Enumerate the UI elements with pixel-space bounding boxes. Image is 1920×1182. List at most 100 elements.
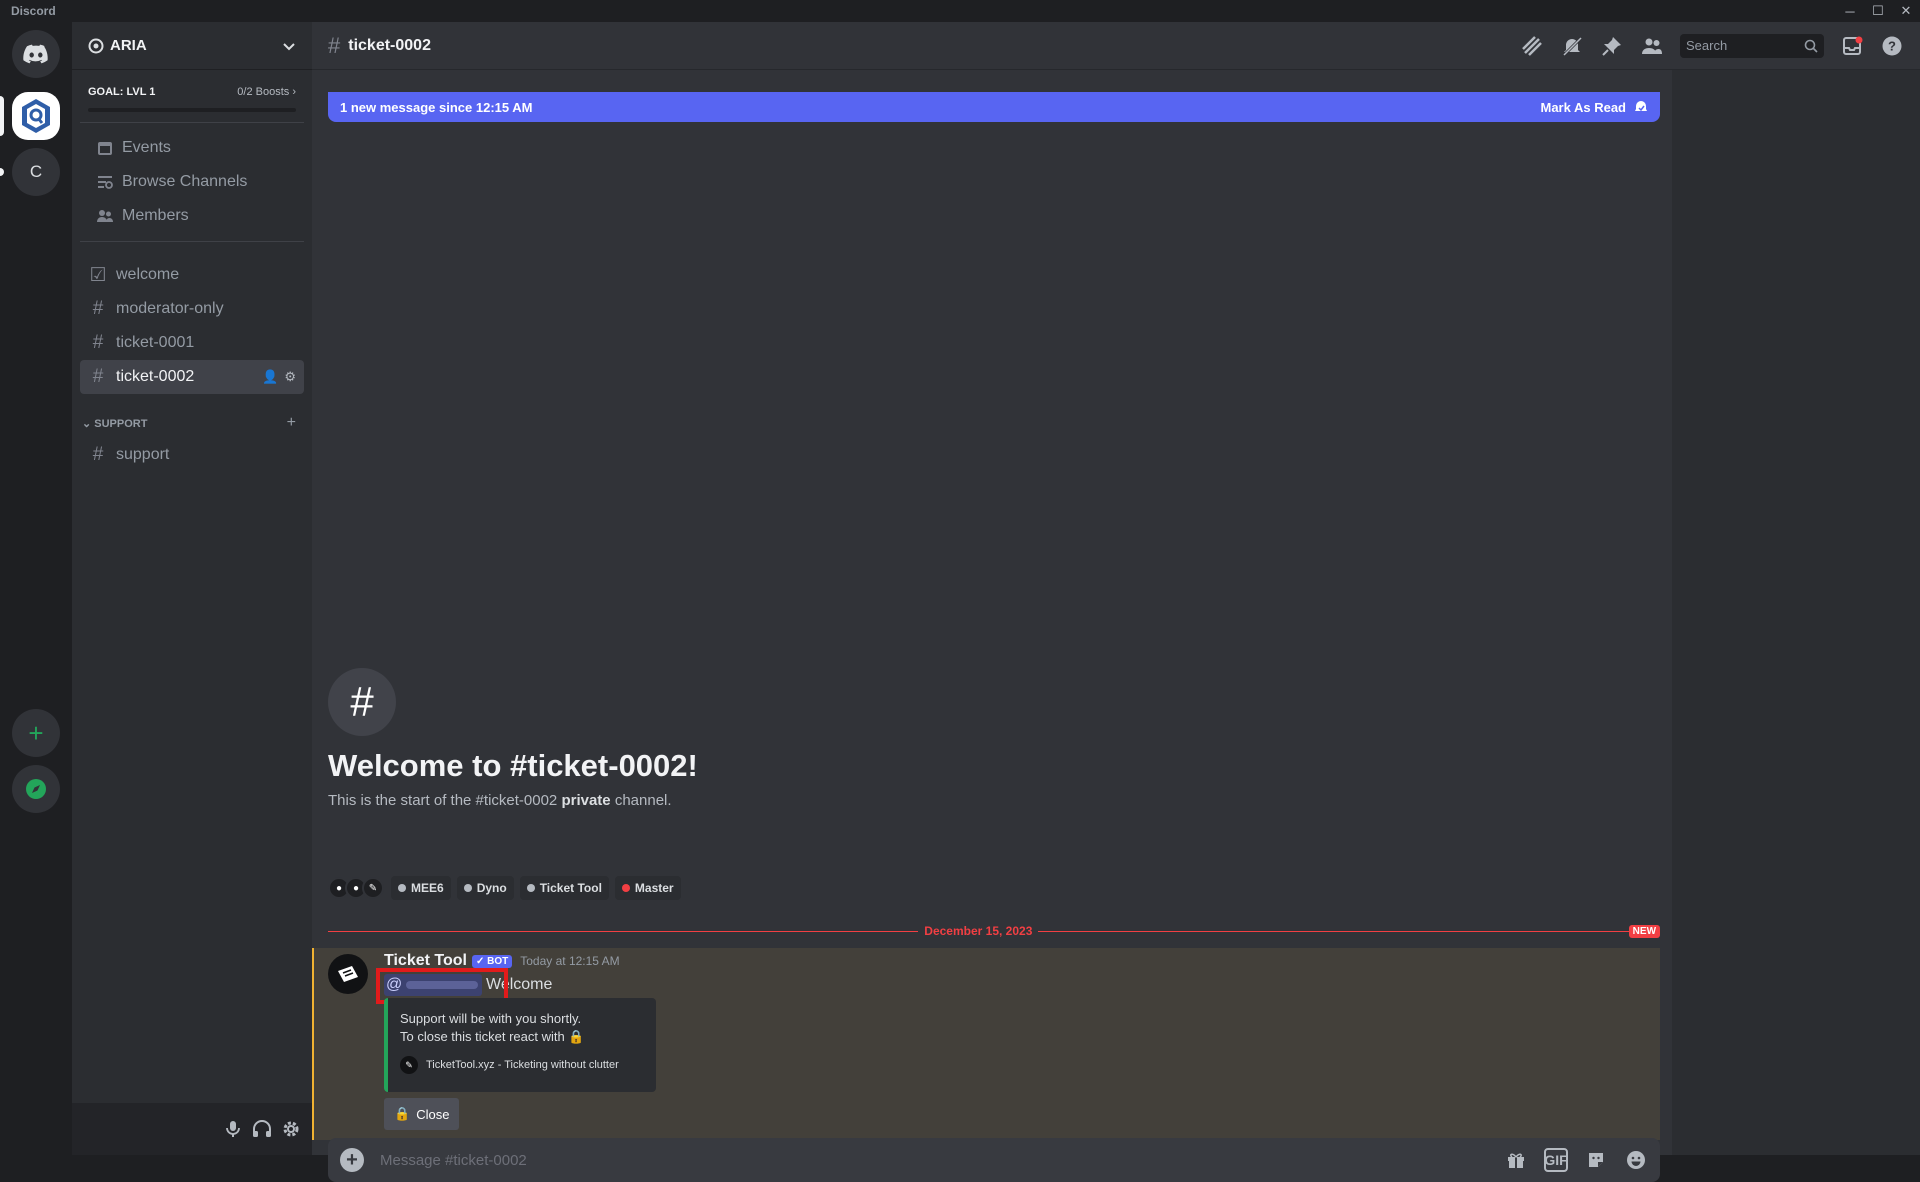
message-input[interactable]	[380, 1151, 1504, 1169]
embed-line-1: Support will be with you shortly.	[400, 1011, 582, 1026]
microphone-icon[interactable]	[224, 1120, 242, 1138]
home-button[interactable]	[12, 30, 60, 78]
welcome-subtitle-post: channel.	[610, 792, 672, 809]
hash-lock-icon: #	[328, 32, 341, 58]
channel-label: welcome	[116, 266, 180, 283]
avatar[interactable]	[328, 954, 368, 994]
unread-indicator	[0, 168, 4, 176]
embed: Support will be with you shortly. To clo…	[384, 998, 656, 1092]
emoji-icon[interactable]	[1624, 1148, 1648, 1172]
boost-progress-bar	[88, 108, 296, 112]
server-aria[interactable]	[12, 92, 60, 140]
hash-lock-icon: #	[92, 332, 104, 353]
boost-goal[interactable]: GOAL: LVL 1 0/2 Boosts ›	[80, 70, 304, 123]
close-button-label: Close	[416, 1106, 450, 1122]
calendar-icon	[98, 142, 112, 155]
category-label: SUPPORT	[94, 417, 148, 430]
divider-date: December 15, 2023	[924, 924, 1033, 938]
maximize-button[interactable]: ☐	[1864, 0, 1892, 22]
boost-count: 0/2 Boosts	[237, 86, 290, 98]
embed-footer: ✎ TicketTool.xyz - Ticketing without clu…	[400, 1056, 644, 1074]
mark-as-read-button[interactable]: Mark As Read	[1541, 100, 1649, 115]
rules-icon: ☑	[89, 264, 107, 286]
close-window-button[interactable]: ✕	[1892, 0, 1920, 22]
minimize-button[interactable]: ─	[1836, 0, 1864, 22]
search-icon	[1804, 39, 1818, 53]
discord-logo-icon	[23, 44, 48, 64]
message-content: @ Welcome	[376, 968, 552, 1004]
gif-icon[interactable]: GIF	[1544, 1148, 1568, 1172]
role-color-dot	[526, 884, 535, 892]
role-tag[interactable]: MEE6	[391, 876, 451, 900]
new-messages-bar[interactable]: 1 new message since 12:15 AM Mark As Rea…	[328, 92, 1660, 122]
new-messages-divider: December 15, 2023 NEW	[328, 924, 1661, 938]
main-panel: # ticket-0002 ?	[312, 22, 1920, 1182]
embed-footer-text: TicketTool.xyz - Ticketing without clutt…	[426, 1059, 619, 1071]
role-color-dot	[621, 884, 630, 892]
channel-welcome[interactable]: ☑ welcome	[80, 258, 304, 292]
members-icon	[97, 210, 113, 222]
svg-text:?: ?	[1888, 38, 1896, 53]
server-c[interactable]: C	[12, 148, 60, 196]
add-channel-button[interactable]: +	[287, 414, 296, 432]
gear-icon[interactable]: ⚙	[284, 369, 296, 385]
role-tag[interactable]: Ticket Tool	[519, 876, 609, 900]
gift-icon[interactable]	[1504, 1148, 1528, 1172]
sticker-icon[interactable]	[1584, 1148, 1608, 1172]
search-box[interactable]	[1680, 33, 1824, 58]
channel-support[interactable]: # support	[80, 438, 304, 472]
threads-icon[interactable]	[1520, 34, 1544, 58]
channel-label: ticket-0002	[116, 368, 195, 385]
boost-goal-label: GOAL: LVL 1	[88, 86, 156, 98]
hash-lock-icon: #	[92, 298, 104, 319]
role-tag[interactable]: Master	[614, 876, 681, 900]
channel-ticket-0002[interactable]: # ticket-0002 👤 ⚙	[80, 360, 304, 394]
pinned-messages-icon[interactable]	[1600, 34, 1624, 58]
message-area: 1 new message since 12:15 AM Mark As Rea…	[312, 70, 1672, 1182]
explore-servers-button[interactable]	[12, 765, 60, 813]
channel-ticket-0001[interactable]: # ticket-0001	[80, 326, 304, 360]
search-input[interactable]	[1686, 38, 1796, 53]
role-label: Master	[634, 881, 674, 895]
aria-server-icon	[22, 99, 50, 133]
nav-events-label: Events	[122, 139, 171, 156]
member-avatars[interactable]: ● ● ✎	[328, 877, 384, 899]
new-badge: NEW	[1628, 924, 1661, 938]
inbox-icon[interactable]	[1840, 34, 1864, 58]
close-ticket-button[interactable]: 🔒 Close	[384, 1098, 460, 1130]
channel-title: ticket-0002	[348, 36, 431, 54]
selected-server-indicator	[0, 96, 4, 136]
nav-browse-channels[interactable]: Browse Channels	[88, 165, 296, 199]
help-icon[interactable]: ?	[1880, 34, 1904, 58]
embed-line-2: To close this ticket react with 🔒	[400, 1029, 585, 1044]
nav-members[interactable]: Members	[88, 199, 296, 233]
nav-events[interactable]: Events	[88, 131, 296, 165]
user-panel	[72, 1103, 312, 1155]
member-list-icon[interactable]	[1640, 34, 1664, 58]
invite-icon[interactable]: 👤	[262, 369, 278, 385]
bot-badge: ✓ BOT	[471, 954, 513, 968]
welcome-subtitle-pre: This is the start of the #ticket-0002	[328, 792, 562, 809]
add-server-button[interactable]: +	[12, 709, 60, 757]
role-color-dot	[463, 884, 472, 892]
welcome-subtitle: This is the start of the #ticket-0002 pr…	[328, 792, 672, 809]
message-timestamp: Today at 12:15 AM	[520, 954, 620, 968]
channel-moderator-only[interactable]: # moderator-only	[80, 292, 304, 326]
nav-members-label: Members	[122, 207, 189, 224]
notification-settings-icon[interactable]	[1560, 34, 1584, 58]
headphones-icon[interactable]	[252, 1120, 272, 1138]
member-list-panel	[1672, 70, 1920, 1155]
user-mention[interactable]: @	[376, 968, 508, 1004]
plus-icon: +	[28, 717, 44, 748]
role-tag[interactable]: Dyno	[456, 876, 514, 900]
hash-icon: #	[92, 444, 104, 465]
channel-label: support	[116, 446, 170, 463]
channel-header: # ticket-0002 ?	[312, 22, 1920, 70]
category-support[interactable]: ⌄ SUPPORT +	[80, 408, 304, 438]
channel-hash-lock-icon: #	[328, 668, 396, 736]
welcome-title: Welcome to #ticket-0002!	[328, 748, 698, 783]
upload-plus-icon[interactable]: +	[340, 1148, 364, 1172]
server-header[interactable]: ARIA	[72, 22, 312, 70]
lock-icon: 🔒	[394, 1106, 411, 1121]
settings-gear-icon[interactable]	[282, 1120, 300, 1138]
